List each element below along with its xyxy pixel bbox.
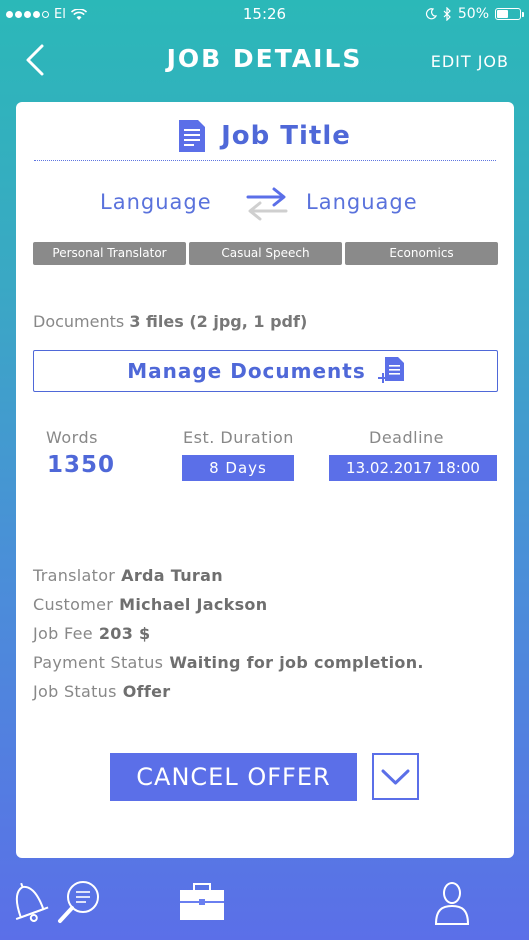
bluetooth-icon	[443, 7, 451, 21]
tab-search[interactable]	[52, 874, 108, 930]
person-icon	[434, 882, 470, 925]
words-label: Words	[46, 428, 98, 447]
deadline-value: 13.02.2017 18:00	[329, 455, 497, 481]
info-row-customer: Customer Michael Jackson	[33, 595, 424, 624]
navigation-bar: JOB DETAILS EDIT JOB	[0, 30, 529, 90]
language-pair: Language Language	[16, 184, 514, 224]
swap-icon[interactable]	[242, 184, 292, 224]
documents-value: 3 files (2 jpg, 1 pdf)	[129, 312, 308, 331]
chevron-down-icon	[381, 769, 410, 785]
info-label: Payment Status	[33, 653, 164, 672]
source-language[interactable]: Language	[100, 190, 212, 214]
battery-percent: 50%	[457, 6, 489, 22]
deadline-label: Deadline	[369, 428, 444, 447]
info-value: 203 $	[98, 624, 151, 643]
duration-label: Est. Duration	[183, 428, 294, 447]
briefcase-icon	[180, 883, 224, 920]
job-title: Job Title	[221, 121, 351, 151]
search-icon	[58, 881, 99, 923]
moon-icon	[425, 8, 437, 20]
info-value: Waiting for job completion.	[169, 653, 424, 672]
tab-bar	[0, 868, 529, 940]
target-language[interactable]: Language	[306, 190, 418, 214]
battery-icon	[495, 8, 524, 20]
info-label: Job Status	[33, 682, 117, 701]
info-row-job-status: Job Status Offer	[33, 682, 424, 711]
info-label: Customer	[33, 595, 114, 614]
tab-notifications[interactable]	[0, 874, 56, 930]
info-value: Arda Turan	[121, 566, 223, 585]
bell-icon	[15, 882, 49, 922]
document-icon	[179, 120, 206, 152]
info-value: Michael Jackson	[119, 595, 268, 614]
words-value: 1350	[47, 452, 116, 478]
edit-job-button[interactable]: EDIT JOB	[431, 52, 509, 71]
manage-documents-button[interactable]: Manage Documents	[33, 350, 498, 392]
job-info-list: Translator Arda Turan Customer Michael Jac…	[33, 566, 424, 711]
tab-jobs[interactable]	[174, 874, 230, 930]
status-bar: El 15:26 50%	[0, 0, 529, 30]
documents-label: Documents	[33, 312, 125, 331]
job-title-row: Job Title	[16, 120, 514, 152]
more-options-button[interactable]	[372, 753, 419, 800]
status-right: 50%	[425, 6, 524, 22]
title-divider	[34, 160, 496, 161]
job-details-card: Job Title Language Language Personal Tra…	[16, 102, 514, 858]
manage-documents-label: Manage Documents	[127, 359, 366, 383]
info-row-payment-status: Payment Status Waiting for job completion…	[33, 653, 424, 682]
tag: Casual Speech	[189, 242, 342, 265]
info-value: Offer	[122, 682, 171, 701]
info-label: Job Fee	[33, 624, 93, 643]
info-label: Translator	[33, 566, 116, 585]
add-document-icon	[377, 357, 404, 383]
documents-summary: Documents 3 files (2 jpg, 1 pdf)	[33, 312, 307, 331]
info-row-job-fee: Job Fee 203 $	[33, 624, 424, 653]
tag: Economics	[345, 242, 498, 265]
cancel-offer-button[interactable]: CANCEL OFFER	[110, 753, 357, 801]
duration-value: 8 Days	[182, 455, 294, 481]
info-row-translator: Translator Arda Turan	[33, 566, 424, 595]
job-tags: Personal Translator Casual Speech Econom…	[33, 242, 498, 265]
tab-profile[interactable]	[424, 874, 480, 930]
tag: Personal Translator	[33, 242, 186, 265]
job-stats: Words Est. Duration Deadline 1350 8 Days…	[16, 428, 514, 488]
